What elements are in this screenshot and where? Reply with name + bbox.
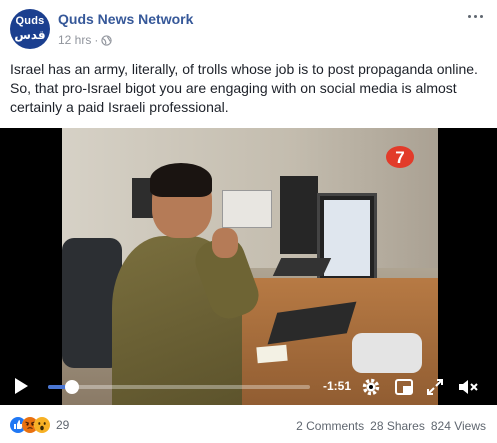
post-footer: 29 2 Comments 28 Shares 824 Views	[0, 405, 497, 443]
post-meta: 12 hrs ·	[58, 33, 113, 47]
globe-icon	[101, 34, 113, 46]
meta-separator: ·	[94, 33, 99, 47]
facebook-post: Quds قدس Quds News Network 12 hrs · Isra…	[0, 0, 497, 443]
video-frame	[62, 128, 438, 405]
comments-count-link[interactable]: 2 Comments	[296, 419, 364, 433]
views-count: 824 Views	[430, 419, 486, 433]
post-timestamp[interactable]: 12 hrs	[58, 33, 91, 47]
wow-reaction-icon	[34, 417, 50, 433]
logo-text-bottom: قدس	[14, 28, 46, 42]
channel-7-logo: 7	[385, 145, 415, 169]
post-stats: 2 Comments 28 Shares 824 Views	[296, 419, 486, 433]
reactions-summary[interactable]: 29	[10, 417, 69, 433]
play-icon[interactable]	[13, 377, 29, 395]
more-options-icon[interactable]	[465, 8, 485, 24]
channel-badge-text: 7	[395, 148, 404, 167]
fullscreen-icon[interactable]	[425, 377, 445, 397]
post-text: Israel has an army, literally, of trolls…	[10, 61, 478, 115]
video-controls: -1:51	[0, 368, 497, 405]
reaction-count: 29	[56, 418, 70, 432]
post-header: Quds قدس Quds News Network 12 hrs ·	[0, 0, 497, 56]
video-progress-bar[interactable]	[48, 380, 310, 394]
gear-icon[interactable]	[361, 377, 381, 397]
time-remaining: -1:51	[323, 379, 352, 393]
speaker-muted-icon[interactable]	[457, 377, 478, 397]
video-player[interactable]: 7 -1:51	[0, 128, 497, 405]
page-name-link[interactable]: Quds News Network	[58, 11, 193, 27]
logo-text-top: Quds	[15, 15, 45, 27]
picture-in-picture-icon[interactable]	[394, 377, 414, 397]
progress-knob[interactable]	[64, 380, 79, 394]
shares-count-link[interactable]: 28 Shares	[370, 419, 425, 433]
page-avatar[interactable]: Quds قدس	[10, 9, 50, 49]
